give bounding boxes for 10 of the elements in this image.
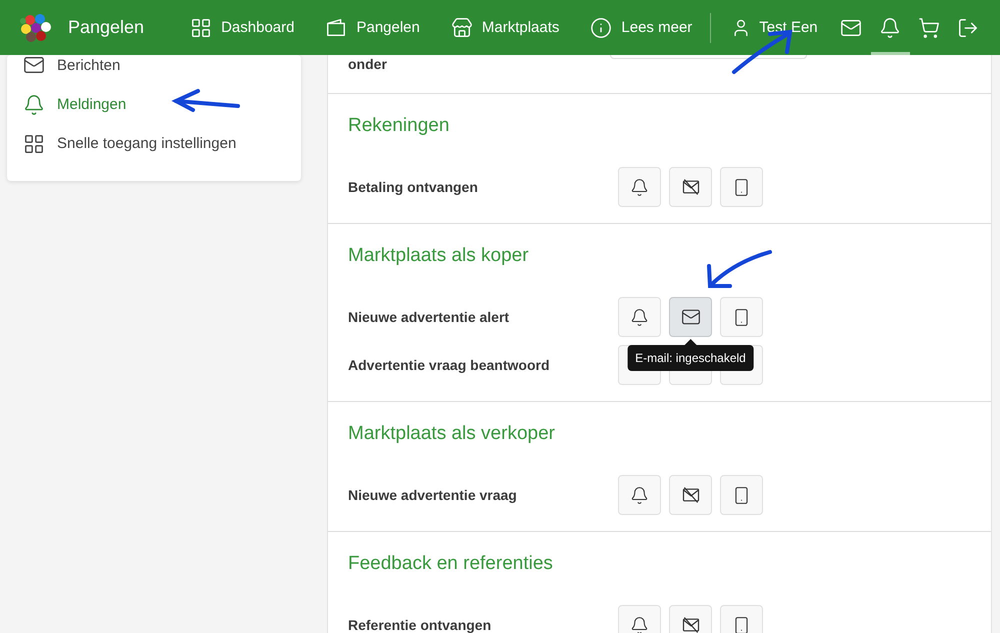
row-label: Referentie ontvangen (348, 617, 492, 633)
row-label: onder (348, 56, 388, 72)
section-title: Marktplaats als verkoper (348, 422, 555, 446)
row-label: Nieuwe advertentie vraag (348, 487, 518, 503)
section-title: Rekeningen (348, 114, 450, 138)
row-label: Nieuwe advertentie alert (348, 309, 510, 325)
row-label: Betaling ontvangen (348, 179, 479, 195)
section-title: Feedback en referenties (348, 552, 553, 576)
row-label: Advertentie vraag beantwoord (348, 357, 550, 373)
section-title: Marktplaats als koper (348, 244, 529, 268)
